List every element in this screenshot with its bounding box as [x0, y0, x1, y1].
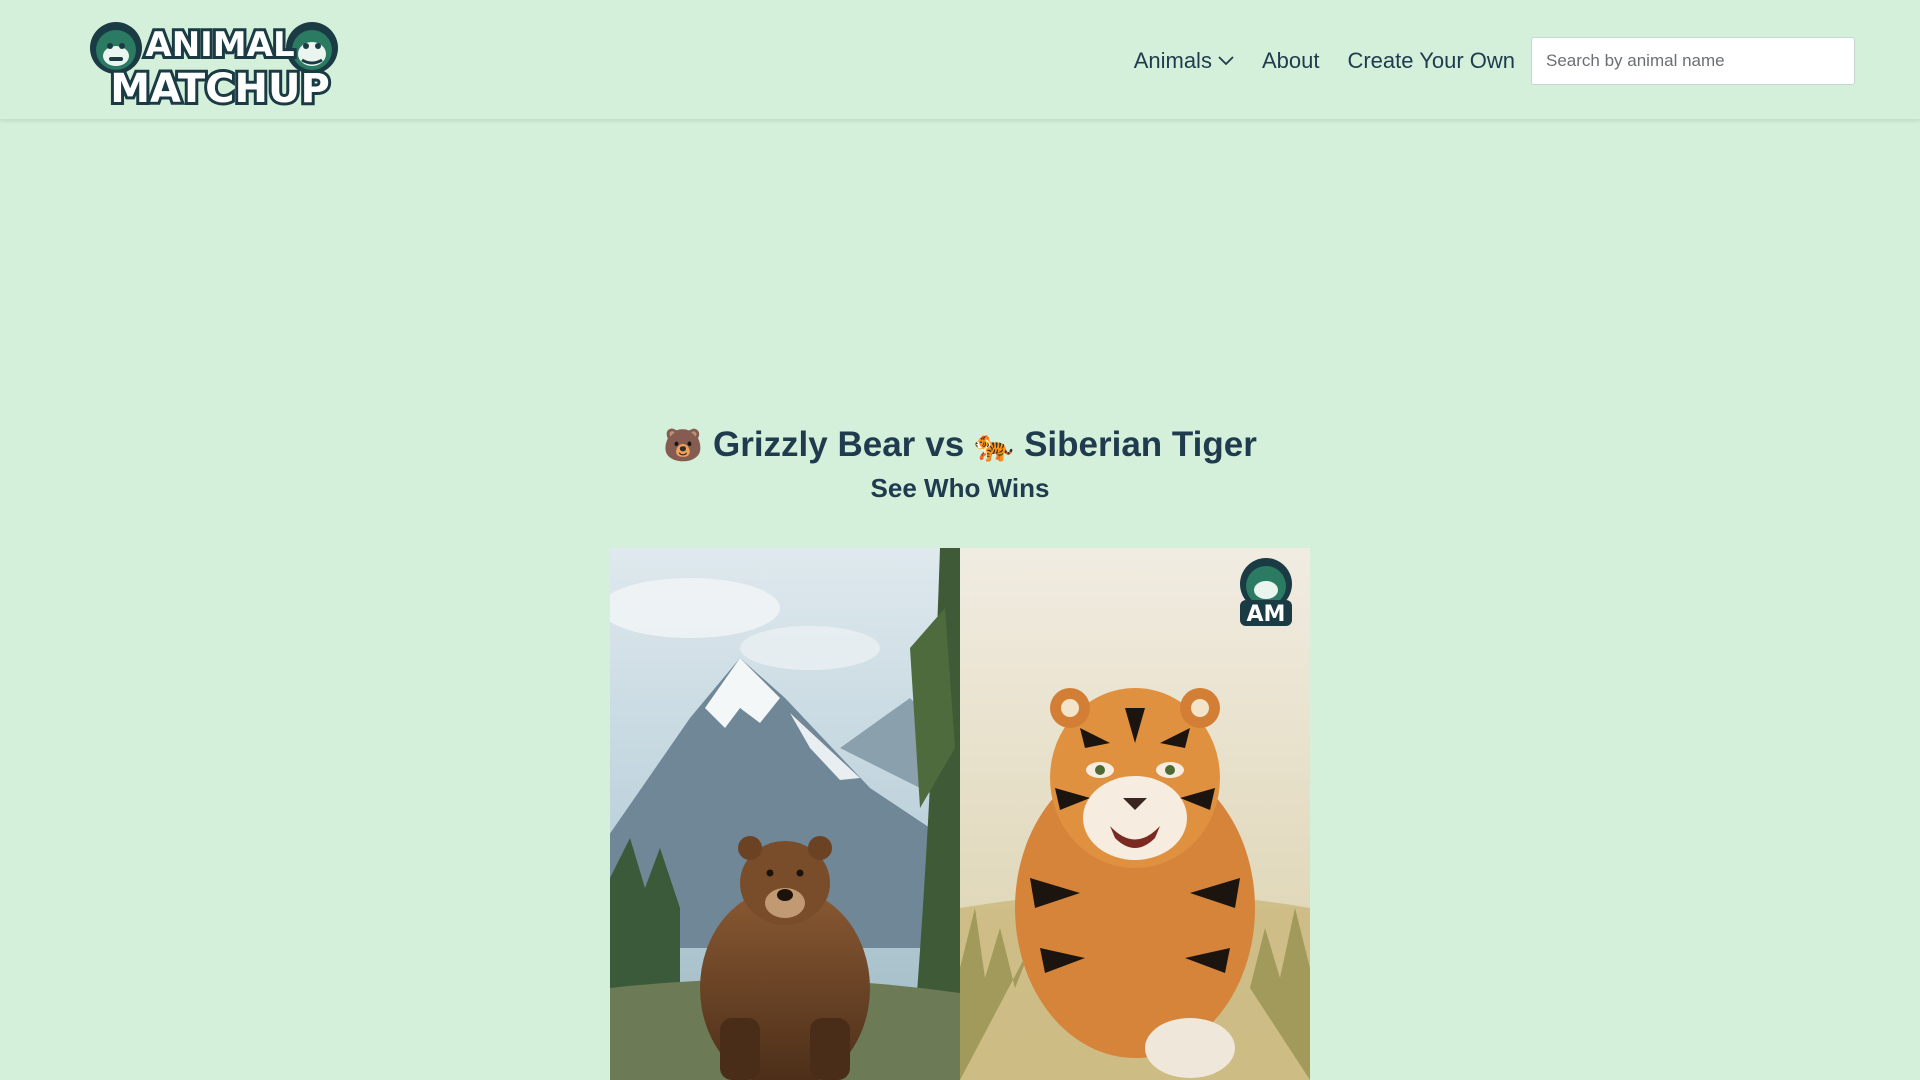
- logo-text-line2: MATCHUP: [110, 66, 330, 110]
- logo-text-line1: ANIMAL: [145, 25, 294, 65]
- site-logo[interactable]: ANIMAL MATCHUP: [82, 10, 346, 110]
- nav-create-your-own[interactable]: Create Your Own: [1347, 48, 1515, 74]
- page-subtitle: See Who Wins: [870, 473, 1050, 503]
- bear-emoji-icon: 🐻: [663, 427, 703, 463]
- animal2-name: Siberian Tiger: [1024, 425, 1257, 464]
- vs-text: vs: [925, 425, 965, 464]
- am-watermark-icon: AM: [1234, 554, 1298, 630]
- tiger-emoji-icon: 🐅: [974, 427, 1015, 463]
- main-nav: Animals About Create Your Own: [1134, 36, 1515, 86]
- animal1-name: Grizzly Bear: [712, 425, 916, 464]
- am-badge-text: AM: [1247, 602, 1286, 627]
- nav-about-label: About: [1261, 48, 1320, 73]
- nav-animals[interactable]: Animals: [1134, 48, 1234, 74]
- nav-animals-label: Animals: [1133, 48, 1212, 73]
- logo-graphic: ANIMAL MATCHUP: [90, 22, 338, 110]
- tiger-image: AM: [960, 548, 1310, 1080]
- chevron-down-icon: [1218, 56, 1234, 66]
- site-header: ANIMAL MATCHUP Animals About Create Your…: [0, 0, 1920, 119]
- page-title: 🐻 Grizzly Bear vs 🐅 Siberian Tiger: [663, 425, 1257, 465]
- nav-create-label: Create Your Own: [1347, 48, 1515, 73]
- search-input[interactable]: [1531, 37, 1855, 85]
- matchup-images: AM: [610, 548, 1310, 1080]
- nav-about[interactable]: About: [1262, 48, 1320, 74]
- matchup-headline: 🐻 Grizzly Bear vs 🐅 Siberian Tiger See W…: [0, 425, 1920, 504]
- bear-image: [610, 548, 960, 1080]
